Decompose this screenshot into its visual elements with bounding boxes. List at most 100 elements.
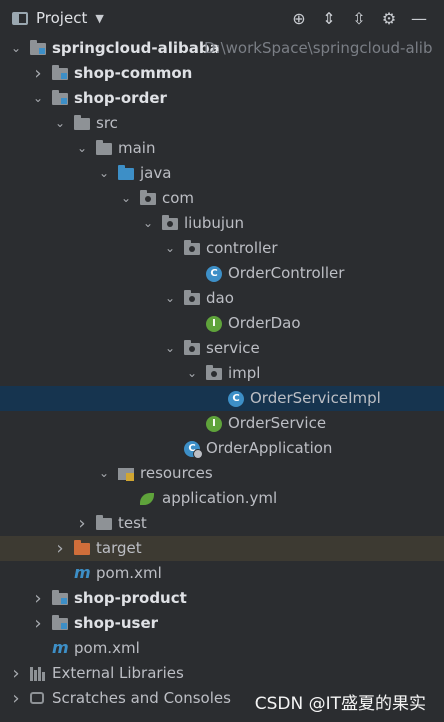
tree-item-target[interactable]: › target xyxy=(0,536,444,561)
tree-item-label: test xyxy=(118,514,147,532)
chevron-down-icon[interactable]: ⌄ xyxy=(120,186,132,211)
yaml-file-icon xyxy=(140,493,154,505)
tree-item-label: resources xyxy=(140,464,213,482)
tree-item-label: OrderService xyxy=(228,414,327,432)
tree-item-service[interactable]: ⌄ service xyxy=(0,336,444,361)
module-folder-icon xyxy=(30,40,46,55)
chevron-down-icon[interactable]: ⌄ xyxy=(10,36,22,61)
tree-item-label: com xyxy=(162,189,195,207)
tree-item-label: OrderServiceImpl xyxy=(250,389,381,407)
chevron-right-icon[interactable]: › xyxy=(10,661,22,686)
chevron-right-icon[interactable]: › xyxy=(32,586,44,611)
tree-item-pom-xml[interactable]: m pom.xml xyxy=(0,561,444,586)
tree-item-label: dao xyxy=(206,289,234,307)
tree-item-src[interactable]: ⌄ src xyxy=(0,111,444,136)
tree-item-dao[interactable]: ⌄ dao xyxy=(0,286,444,311)
tree-item-shop-user[interactable]: › shop-user xyxy=(0,611,444,636)
chevron-right-icon[interactable]: › xyxy=(32,61,44,86)
tree-item-orderapplication[interactable]: C OrderApplication xyxy=(0,436,444,461)
tree-item-label: controller xyxy=(206,239,278,257)
scratches-icon xyxy=(30,692,44,704)
watermark-text: CSDN @IT盛夏的果实 xyxy=(254,694,426,714)
resources-folder-icon xyxy=(118,468,134,481)
module-folder-icon xyxy=(52,65,68,80)
tree-item-orderservice[interactable]: I OrderService xyxy=(0,411,444,436)
tree-item-label: External Libraries xyxy=(52,664,184,682)
libraries-icon xyxy=(30,667,46,681)
tree-item-shop-order[interactable]: ⌄ shop-order xyxy=(0,86,444,111)
chevron-down-icon[interactable]: ⌄ xyxy=(164,336,176,361)
tree-item-liubujun[interactable]: ⌄ liubujun xyxy=(0,211,444,236)
tree-item-shop-product[interactable]: › shop-product xyxy=(0,586,444,611)
module-folder-icon xyxy=(52,90,68,105)
package-icon xyxy=(184,340,200,355)
tree-item-label: OrderController xyxy=(228,264,345,282)
expand-all-icon[interactable]: ⇕ xyxy=(314,9,344,28)
spring-application-icon: C xyxy=(184,441,203,459)
source-folder-icon xyxy=(118,165,134,180)
tree-item-application-yml[interactable]: application.yml xyxy=(0,486,444,511)
interface-icon: I xyxy=(206,316,222,332)
chevron-right-icon[interactable]: › xyxy=(54,536,66,561)
module-folder-icon xyxy=(52,590,68,605)
tree-item-label: shop-user xyxy=(74,614,159,632)
chevron-down-icon[interactable]: ⌄ xyxy=(186,361,198,386)
tree-item-orderserviceimpl[interactable]: C OrderServiceImpl xyxy=(0,386,444,411)
chevron-down-icon[interactable]: ⌄ xyxy=(98,161,110,186)
tree-item-ordercontroller[interactable]: C OrderController xyxy=(0,261,444,286)
package-icon xyxy=(206,365,222,380)
tree-item-impl[interactable]: ⌄ impl xyxy=(0,361,444,386)
tree-item-shop-common[interactable]: › shop-common xyxy=(0,61,444,86)
maven-icon: m xyxy=(74,563,91,582)
excluded-folder-icon xyxy=(74,540,90,555)
chevron-right-icon[interactable]: › xyxy=(32,611,44,636)
tree-item-label: shop-common xyxy=(74,64,193,82)
tree-item-label: impl xyxy=(228,364,261,382)
tree-item-test[interactable]: › test xyxy=(0,511,444,536)
locate-icon[interactable]: ⊕ xyxy=(284,9,314,28)
tree-item-main[interactable]: ⌄ main xyxy=(0,136,444,161)
tree-item-label: liubujun xyxy=(184,214,245,232)
module-folder-icon xyxy=(52,615,68,630)
project-path: D:\workSpace\springcloud-alib xyxy=(204,39,433,57)
tree-item-label: shop-product xyxy=(74,589,187,607)
package-icon xyxy=(162,215,178,230)
class-icon: C xyxy=(206,266,222,282)
interface-icon: I xyxy=(206,416,222,432)
chevron-down-icon[interactable]: ▼ xyxy=(95,12,103,25)
chevron-down-icon[interactable]: ⌄ xyxy=(164,236,176,261)
chevron-down-icon[interactable]: ⌄ xyxy=(98,461,110,486)
project-toolbar: Project ▼ ⊕ ⇕ ⇳ ⚙ — xyxy=(0,0,444,36)
hide-icon[interactable]: — xyxy=(404,9,434,28)
collapse-all-icon[interactable]: ⇳ xyxy=(344,9,374,28)
chevron-right-icon[interactable]: › xyxy=(76,511,88,536)
tree-item-label: shop-order xyxy=(74,89,167,107)
tree-item-com[interactable]: ⌄ com xyxy=(0,186,444,211)
chevron-down-icon[interactable]: ⌄ xyxy=(32,86,44,111)
tree-item-label: java xyxy=(140,164,172,182)
tree-item-external-libraries[interactable]: › External Libraries xyxy=(0,661,444,686)
tree-item-label: pom.xml xyxy=(74,639,140,657)
tree-item-pom-xml[interactable]: m pom.xml xyxy=(0,636,444,661)
chevron-down-icon[interactable]: ⌄ xyxy=(164,286,176,311)
package-icon xyxy=(140,190,156,205)
tree-item-label: src xyxy=(96,114,118,132)
tree-item-label: main xyxy=(118,139,156,157)
chevron-right-icon[interactable]: › xyxy=(10,686,22,711)
class-icon: C xyxy=(228,391,244,407)
project-tree: ⌄ springcloud-alibaba D:\workSpace\springc… xyxy=(0,36,444,711)
tree-item-label: service xyxy=(206,339,260,357)
package-icon xyxy=(184,290,200,305)
tree-item-orderdao[interactable]: I OrderDao xyxy=(0,311,444,336)
chevron-down-icon[interactable]: ⌄ xyxy=(142,211,154,236)
chevron-down-icon[interactable]: ⌄ xyxy=(54,111,66,136)
chevron-down-icon[interactable]: ⌄ xyxy=(76,136,88,161)
tree-item-resources[interactable]: ⌄ resources xyxy=(0,461,444,486)
tree-item-springcloud-alibaba[interactable]: ⌄ springcloud-alibaba D:\workSpace\springc… xyxy=(0,36,444,61)
maven-icon: m xyxy=(52,638,69,657)
tree-item-java[interactable]: ⌄ java xyxy=(0,161,444,186)
folder-icon xyxy=(96,140,112,155)
settings-icon[interactable]: ⚙ xyxy=(374,9,404,28)
project-view-selector[interactable]: Project ▼ xyxy=(12,9,104,27)
tree-item-controller[interactable]: ⌄ controller xyxy=(0,236,444,261)
